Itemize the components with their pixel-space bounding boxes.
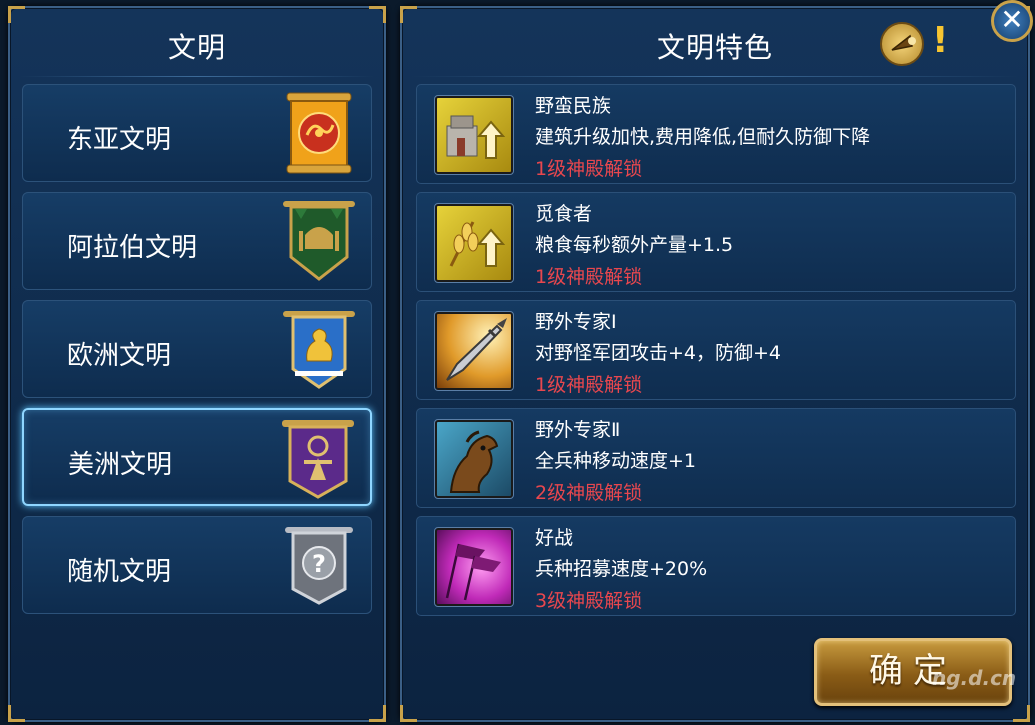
feature-description: 对野怪军团攻击+4，防御+4 — [535, 342, 782, 364]
civilization-features-panel: 文明特色 ! 野蛮民族 建筑升级加快,费用降低,但耐久防御下降 1级神殿解锁 觅… — [400, 6, 1030, 722]
svg-text:?: ? — [312, 550, 326, 578]
feature-description: 兵种招募速度+20% — [535, 558, 708, 580]
title-divider — [20, 76, 374, 77]
civ-label: 欧洲文明 — [67, 341, 172, 371]
feature-row: 野蛮民族 建筑升级加快,费用降低,但耐久防御下降 1级神殿解锁 — [416, 84, 1016, 184]
feature-row: 野外专家Ⅱ 全兵种移动速度+1 2级神殿解锁 — [416, 408, 1016, 508]
feature-name: 野外专家Ⅱ — [535, 419, 621, 441]
wheat-upgrade-icon — [434, 203, 514, 283]
feature-row: 觅食者 粮食每秒额外产量+1.5 1级神殿解锁 — [416, 192, 1016, 292]
civ-label: 随机文明 — [67, 557, 172, 587]
feature-description: 全兵种移动速度+1 — [535, 450, 697, 472]
civ-item-europe[interactable]: 欧洲文明 — [22, 300, 372, 398]
aztec-banner-icon — [282, 420, 354, 499]
horn-info-icon[interactable] — [880, 22, 924, 66]
corner-ornament — [8, 705, 25, 722]
civ-item-arab[interactable]: 阿拉伯文明 — [22, 192, 372, 290]
feature-unlock-requirement: 1级神殿解锁 — [535, 158, 643, 180]
civilization-panel: 文明 东亚文明 阿拉伯文明 欧洲文明 美洲文明 随机文明 ? — [8, 6, 386, 722]
dragon-banner-icon — [286, 92, 352, 174]
question-banner-icon: ? — [285, 527, 353, 605]
feature-description: 建筑升级加快,费用降低,但耐久防御下降 — [535, 126, 871, 148]
watermark: ng.d.cn — [932, 666, 1017, 690]
civ-label: 东亚文明 — [67, 125, 172, 155]
corner-ornament — [400, 705, 417, 722]
title-divider — [412, 76, 1018, 77]
feature-unlock-requirement: 1级神殿解锁 — [535, 266, 643, 288]
spear-icon — [434, 311, 514, 391]
corner-ornament — [369, 6, 386, 23]
corner-ornament — [400, 6, 417, 23]
civ-label: 美洲文明 — [68, 450, 173, 480]
corner-ornament — [1013, 705, 1030, 722]
civ-item-america[interactable]: 美洲文明 — [22, 408, 372, 506]
feature-description: 粮食每秒额外产量+1.5 — [535, 234, 734, 256]
feature-row: 好战 兵种招募速度+20% 3级神殿解锁 — [416, 516, 1016, 616]
feature-row: 野外专家Ⅰ 对野怪军团攻击+4，防御+4 1级神殿解锁 — [416, 300, 1016, 400]
alert-mark: ! — [932, 20, 949, 61]
mosque-banner-icon — [283, 201, 355, 281]
civ-item-random[interactable]: 随机文明 ? — [22, 516, 372, 614]
building-upgrade-icon — [434, 95, 514, 175]
civilization-panel-title: 文明 — [167, 31, 226, 64]
feature-name: 野蛮民族 — [535, 95, 612, 117]
close-icon: ✕ — [1000, 3, 1024, 36]
close-button[interactable]: ✕ — [991, 0, 1033, 42]
feature-name: 觅食者 — [535, 203, 593, 225]
corner-ornament — [8, 6, 25, 23]
feature-unlock-requirement: 3级神殿解锁 — [535, 590, 643, 612]
feature-name: 野外专家Ⅰ — [535, 311, 617, 333]
horse-icon — [434, 419, 514, 499]
war-flags-icon — [434, 527, 514, 607]
civ-label: 阿拉伯文明 — [67, 233, 198, 263]
corner-ornament — [369, 705, 386, 722]
civ-item-east-asia[interactable]: 东亚文明 — [22, 84, 372, 182]
feature-unlock-requirement: 2级神殿解锁 — [535, 482, 643, 504]
lion-banner-icon — [283, 311, 355, 389]
feature-unlock-requirement: 1级神殿解锁 — [535, 374, 643, 396]
feature-name: 好战 — [535, 527, 574, 549]
